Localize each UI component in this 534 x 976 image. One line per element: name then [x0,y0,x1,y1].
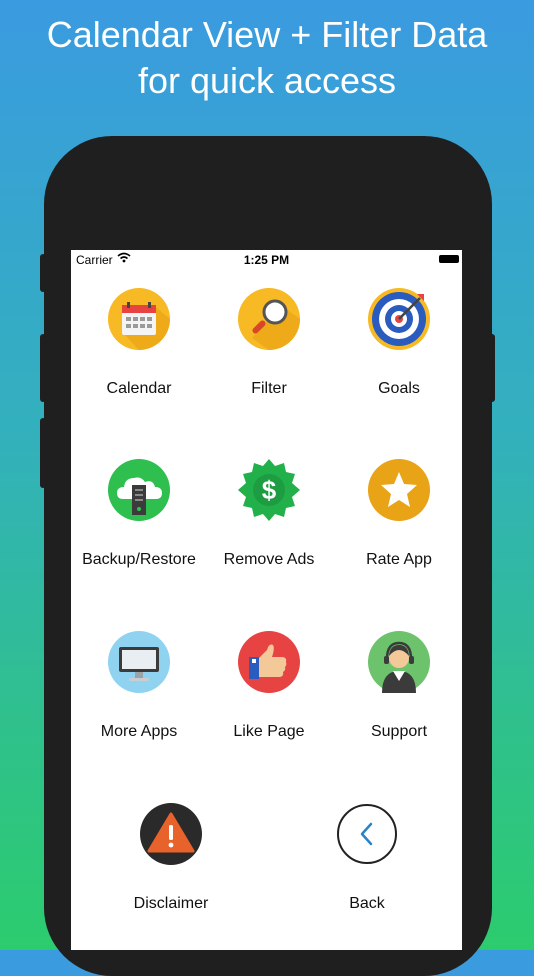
phone-side-button [40,254,46,292]
calendar-icon [108,288,170,350]
support-label: Support [370,723,428,740]
dollar-badge-icon: $ [238,459,300,521]
phone-volume-up-button [40,334,46,402]
rate-app-label: Rate App [366,551,432,568]
promo-line-2: for quick access [137,60,397,101]
phone-power-button [488,334,495,402]
promo-line-1: Calendar View + Filter Data [46,14,488,55]
chevron-left-icon [337,804,397,864]
disclaimer-label: Disclaimer [133,895,209,912]
magnifier-icon [238,288,300,350]
promo-headline: Calendar View + Filter Data for quick ac… [0,12,534,104]
monitor-icon [108,631,170,693]
cloud-server-icon [108,459,170,521]
battery-icon [439,255,459,263]
target-icon [368,288,430,350]
back-label: Back [349,895,385,912]
thumbs-up-icon [238,631,300,693]
app-screen: Carrier 1:25 PM Calendar Filter Goals Ba… [71,250,462,950]
svg-text:$: $ [262,475,277,505]
goals-label: Goals [378,380,420,397]
headset-agent-icon [368,631,430,693]
phone-volume-down-button [40,418,46,488]
status-bar: Carrier 1:25 PM [71,250,462,270]
star-icon [368,459,430,521]
status-time: 1:25 PM [243,253,290,267]
warning-icon [140,803,202,865]
